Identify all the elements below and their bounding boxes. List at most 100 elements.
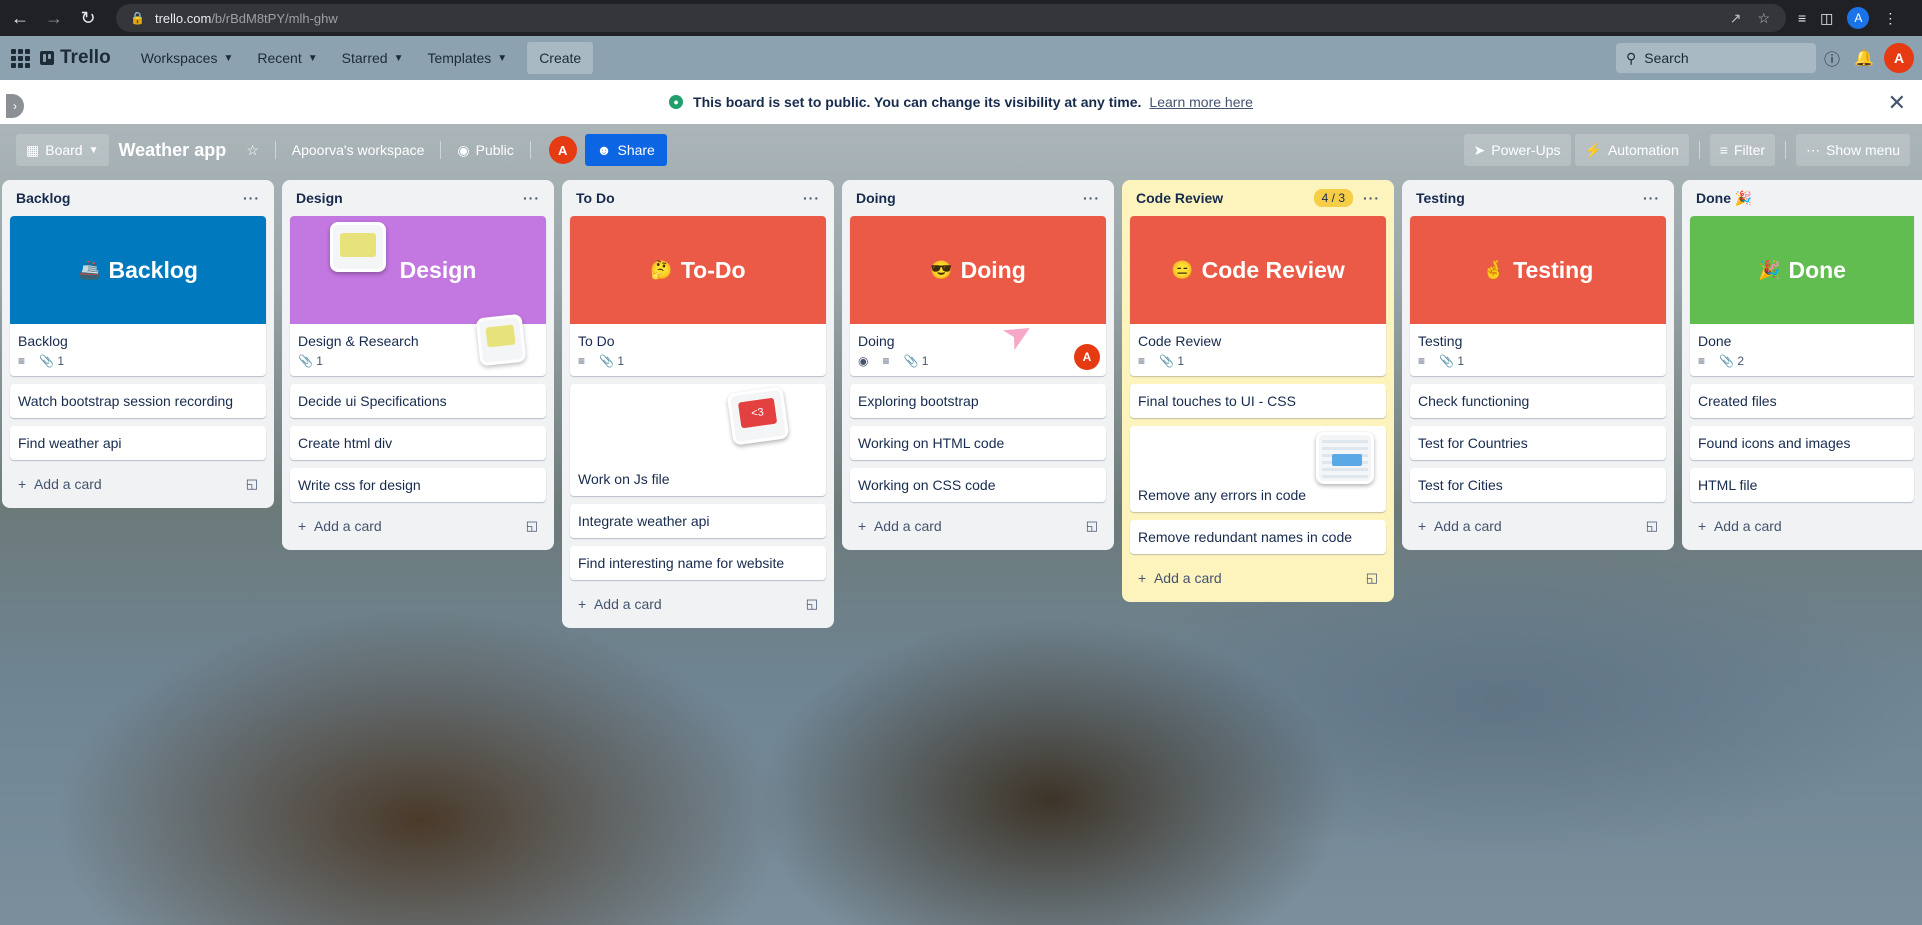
list-header[interactable]: Testing ···: [1410, 180, 1666, 216]
card-template-icon[interactable]: ◱: [526, 518, 538, 534]
list-title[interactable]: Design: [296, 190, 343, 206]
cover-card[interactable]: Design Design & Research 📎 1: [290, 216, 546, 376]
visibility-button[interactable]: ◉ Public: [447, 134, 523, 166]
cover-card[interactable]: 😎 Doing Doing ◉ ≡ 📎 1 ➤ A: [850, 216, 1106, 376]
list-card[interactable]: Exploring bootstrap: [850, 384, 1106, 418]
cover-card[interactable]: 🤞 Testing Testing ≡ 📎 1: [1410, 216, 1666, 376]
list-title[interactable]: Backlog: [16, 190, 70, 206]
cover-card[interactable]: 🤔 To-Do To Do ≡ 📎 1: [570, 216, 826, 376]
account-avatar[interactable]: A: [1884, 43, 1914, 73]
workspaces-menu[interactable]: Workspaces ▼: [129, 42, 246, 74]
create-button[interactable]: Create: [527, 42, 594, 74]
chevron-down-icon: ▼: [223, 52, 234, 64]
list-menu-icon[interactable]: ···: [803, 190, 820, 206]
card-template-icon[interactable]: ◱: [1646, 518, 1658, 534]
list-header[interactable]: Backlog ···: [10, 180, 266, 216]
list-card[interactable]: Working on HTML code: [850, 426, 1106, 460]
show-menu-button[interactable]: ⋯ Show menu: [1796, 134, 1910, 166]
add-card-label: Add a card: [1713, 518, 1782, 534]
board-member-avatar[interactable]: A: [548, 136, 577, 164]
card-member-avatar[interactable]: A: [1074, 344, 1100, 370]
recent-menu[interactable]: Recent ▼: [245, 42, 329, 74]
star-board-icon[interactable]: ☆: [236, 134, 269, 166]
list-menu-icon[interactable]: ···: [1363, 190, 1380, 206]
notifications-bell-icon[interactable]: 🔔: [1848, 42, 1880, 74]
share-button[interactable]: ☻ Share: [584, 134, 667, 166]
list-card[interactable]: Write css for design: [290, 468, 546, 502]
list-card[interactable]: Test for Cities: [1410, 468, 1666, 502]
trello-logo[interactable]: Trello: [40, 47, 111, 69]
image-card[interactable]: Remove any errors in code: [1130, 426, 1386, 512]
card-badges: ≡ 📎 1: [1410, 354, 1666, 376]
share-page-icon[interactable]: ↗: [1730, 10, 1742, 27]
starred-menu[interactable]: Starred ▼: [330, 42, 416, 74]
list-menu-icon[interactable]: ···: [523, 190, 540, 206]
cover-card[interactable]: 😑 Code Review Code Review ≡ 📎 1: [1130, 216, 1386, 376]
list-card[interactable]: Check functioning: [1410, 384, 1666, 418]
browser-menu-icon[interactable]: ⋮: [1883, 10, 1897, 27]
list-header[interactable]: To Do ···: [570, 180, 826, 216]
list-card[interactable]: Test for Countries: [1410, 426, 1666, 460]
board-view-switcher[interactable]: ▦ Board ▼: [16, 134, 109, 166]
list-title[interactable]: Testing: [1416, 190, 1465, 206]
filter-button[interactable]: ≡ Filter: [1709, 134, 1776, 166]
power-ups-button[interactable]: ➤ Power-Ups: [1463, 134, 1571, 166]
image-card[interactable]: <3 Work on Js file: [570, 384, 826, 496]
automation-button[interactable]: ⚡ Automation: [1574, 134, 1689, 166]
list-card[interactable]: Watch bootstrap session recording: [10, 384, 266, 418]
card-template-icon[interactable]: ◱: [806, 596, 818, 612]
list-header[interactable]: Doing ···: [850, 180, 1106, 216]
list-card[interactable]: Final touches to UI - CSS: [1130, 384, 1386, 418]
list-card[interactable]: Create html div: [290, 426, 546, 460]
templates-menu[interactable]: Templates ▼: [415, 42, 519, 74]
add-card-button[interactable]: + Add a card ◱: [1410, 510, 1666, 542]
list-header[interactable]: Design ···: [290, 180, 546, 216]
list-title[interactable]: Done 🎉: [1696, 190, 1752, 207]
board-view-icon: ▦: [26, 141, 40, 158]
search-input[interactable]: ⚲ Search: [1616, 43, 1816, 73]
cover-card[interactable]: 🚢 Backlog Backlog ≡ 📎 1: [10, 216, 266, 376]
list-card[interactable]: HTML file: [1690, 468, 1914, 502]
add-card-button[interactable]: + Add a card ◱: [10, 468, 266, 500]
learn-more-link[interactable]: Learn more here: [1149, 94, 1253, 110]
add-card-button[interactable]: + Add a card ◱: [570, 588, 826, 620]
menu-label: Workspaces: [140, 50, 218, 66]
address-bar[interactable]: 🔒 trello.com/b/rBdM8tPY/mlh-ghw ↗ ☆: [116, 4, 1786, 32]
list-title[interactable]: Code Review: [1136, 190, 1223, 206]
add-card-button[interactable]: + Add a card ◱: [1130, 562, 1386, 594]
list-title[interactable]: Doing: [856, 190, 896, 206]
side-panel-icon[interactable]: ◫: [1820, 10, 1833, 27]
list-card[interactable]: Decide ui Specifications: [290, 384, 546, 418]
list-card[interactable]: Remove redundant names in code: [1130, 520, 1386, 554]
list-card[interactable]: Working on CSS code: [850, 468, 1106, 502]
list-header[interactable]: Code Review 4 / 3 ···: [1130, 180, 1386, 216]
add-card-button[interactable]: + Add a card ◱: [850, 510, 1106, 542]
browser-profile-avatar[interactable]: A: [1847, 7, 1870, 29]
list-menu-icon[interactable]: ···: [1083, 190, 1100, 206]
list-menu-icon[interactable]: ···: [243, 190, 260, 206]
list-card[interactable]: Find interesting name for website: [570, 546, 826, 580]
list-header[interactable]: Done 🎉: [1690, 180, 1914, 216]
cover-card[interactable]: 🎉 Done Done ≡ 📎 2: [1690, 216, 1914, 376]
card-template-icon[interactable]: ◱: [1366, 570, 1378, 586]
card-template-icon[interactable]: ◱: [1086, 518, 1098, 534]
app-switcher-icon[interactable]: [8, 46, 32, 70]
add-card-button[interactable]: + Add a card: [1690, 510, 1914, 542]
add-card-button[interactable]: + Add a card ◱: [290, 510, 546, 542]
close-icon[interactable]: ✕: [1888, 90, 1906, 116]
list-card[interactable]: Integrate weather api: [570, 504, 826, 538]
list-title[interactable]: To Do: [576, 190, 615, 206]
reading-list-icon[interactable]: ≡: [1798, 10, 1806, 26]
list-card[interactable]: Find weather api: [10, 426, 266, 460]
info-icon[interactable]: ⓘ: [1816, 42, 1848, 74]
list-card[interactable]: Created files: [1690, 384, 1914, 418]
bookmark-star-icon[interactable]: ☆: [1757, 10, 1770, 27]
forward-icon[interactable]: →: [40, 4, 68, 32]
reload-icon[interactable]: ↻: [74, 4, 102, 32]
workspace-button[interactable]: Apoorva's workspace: [282, 134, 435, 166]
list-card[interactable]: Found icons and images: [1690, 426, 1914, 460]
back-icon[interactable]: ←: [6, 4, 34, 32]
board-title[interactable]: Weather app: [109, 140, 237, 161]
card-template-icon[interactable]: ◱: [246, 476, 258, 492]
list-menu-icon[interactable]: ···: [1643, 190, 1660, 206]
